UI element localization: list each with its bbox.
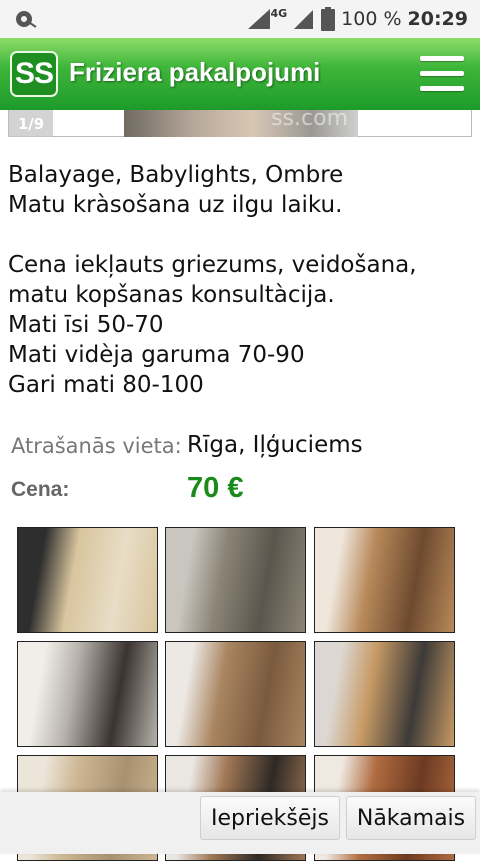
description-line: Mati vidèja garuma 70-90	[8, 342, 305, 368]
description-line: Mati īsi 50-70	[8, 312, 164, 338]
thumbnail-image[interactable]	[314, 527, 455, 633]
app-header: SS Friziera pakalpojumi	[0, 38, 480, 110]
network-type-label: 4G	[270, 6, 288, 20]
photo-counter: 1/9	[9, 110, 53, 137]
page-title: Friziera pakalpojumi	[69, 57, 321, 87]
description-line: Matu kràsošana uz ilgu laiku.	[8, 192, 343, 218]
signal-icon	[248, 9, 271, 29]
thumbnail-image[interactable]	[17, 527, 158, 633]
thumbnail-image[interactable]	[314, 641, 455, 747]
description-line: Gari mati 80-100	[8, 372, 204, 398]
clock: 20:29	[407, 8, 468, 30]
photo-gallery[interactable]: ss.com 1/9	[0, 110, 480, 138]
status-bar: 4G 100 % 20:29	[0, 0, 480, 38]
bottom-nav-bar: Iepriekšējs Nākamais	[0, 792, 480, 854]
previous-button[interactable]: Iepriekšējs	[200, 796, 340, 840]
price-label: Cena:	[11, 478, 70, 501]
signal-icon-2	[294, 10, 314, 29]
battery-level: 100 %	[341, 8, 402, 30]
description-line: Cena iekļauts griezums, veidošana,	[8, 252, 417, 278]
battery-icon	[321, 7, 336, 31]
hamburger-menu-icon[interactable]	[420, 54, 464, 94]
location-label: Atrašanās vieta:	[11, 434, 182, 458]
ss-logo[interactable]: SS	[10, 51, 58, 97]
watermark: ss.com	[271, 110, 348, 131]
thumbnail-image[interactable]	[165, 527, 306, 633]
description-line: Balayage, Babylights, Ombre	[8, 162, 344, 188]
thumbnail-image[interactable]	[17, 641, 158, 747]
ad-description: Balayage, Babylights, Ombre Matu kràsoša…	[8, 160, 470, 400]
price-row: Cena: 70 €	[11, 472, 243, 504]
next-button[interactable]: Nākamais	[346, 796, 476, 840]
main-photo[interactable]: ss.com	[124, 110, 358, 137]
location-row: Atrašanās vieta: Rīga, Iļģuciems	[11, 432, 363, 458]
notification-icon	[14, 9, 38, 33]
price-value: 70 €	[187, 472, 244, 504]
description-line: matu kopšanas konsultàcija.	[8, 282, 335, 308]
location-value[interactable]: Rīga, Iļģuciems	[187, 432, 363, 458]
thumbnail-image[interactable]	[165, 641, 306, 747]
